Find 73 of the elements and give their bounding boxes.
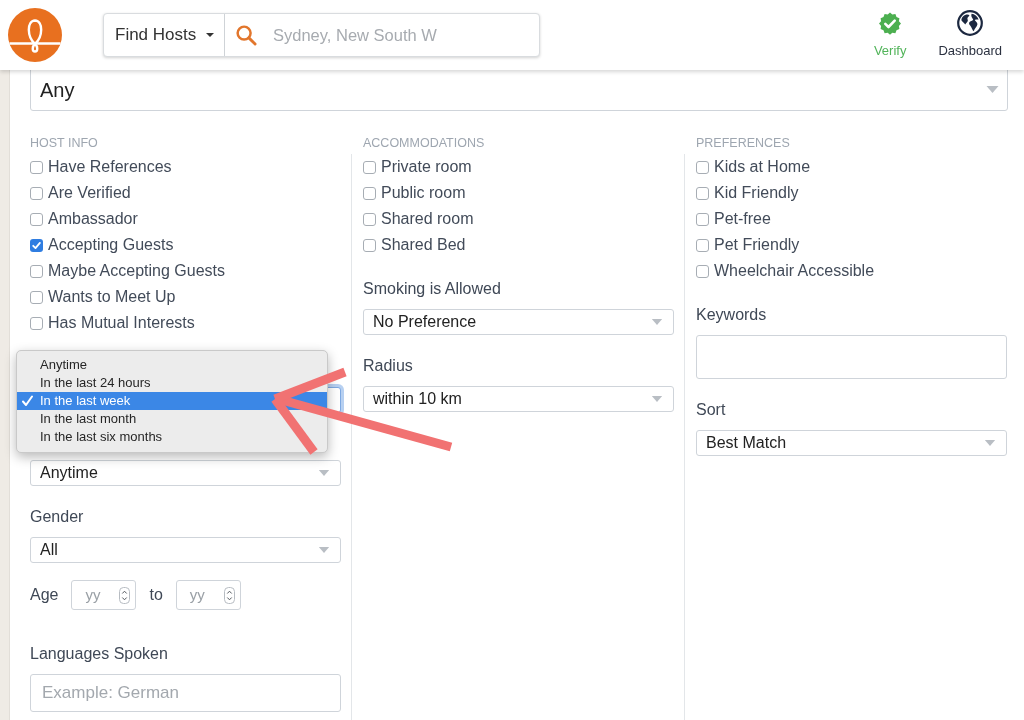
field-label: Sort [696, 400, 726, 420]
menu-item[interactable]: In the last 24 hours [17, 374, 327, 392]
checkbox[interactable] [363, 160, 376, 174]
select-field[interactable]: Anytime [30, 460, 341, 486]
verified-badge-icon [878, 11, 903, 36]
search-bar[interactable]: Find Hosts Sydney, New South W [103, 13, 540, 57]
checkbox[interactable] [30, 290, 43, 304]
checkbox-label: Wants to Meet Up [48, 287, 176, 307]
logo-icon [8, 8, 62, 62]
checkbox[interactable] [696, 264, 709, 278]
select-field[interactable]: within 10 km [363, 386, 674, 412]
field-label: Radius [363, 356, 413, 376]
checkbox[interactable] [30, 316, 43, 330]
field-label: Languages Spoken [30, 644, 168, 664]
globe-icon [957, 9, 984, 36]
keywords-field[interactable] [696, 335, 1007, 379]
check-icon [22, 395, 33, 407]
checkbox-label: Maybe Accepting Guests [48, 261, 225, 281]
range-separator-label: to [149, 585, 163, 605]
select-field[interactable]: Best Match [696, 430, 1007, 456]
menu-item[interactable]: In the last week [17, 392, 327, 410]
search-type-dropdown[interactable]: Find Hosts [104, 14, 225, 56]
checkbox[interactable] [363, 212, 376, 226]
text-input-field[interactable]: Example: German [30, 674, 341, 712]
caret-icon [984, 440, 996, 446]
checkbox[interactable] [30, 238, 43, 252]
caret-icon [206, 33, 214, 37]
checkbox[interactable] [30, 212, 43, 226]
field-label: Smoking is Allowed [363, 279, 501, 299]
select-field[interactable]: No Preference [363, 309, 674, 335]
checkbox-label: Wheelchair Accessible [714, 261, 875, 281]
spinner-icon [223, 586, 235, 604]
field-label: Keywords [696, 305, 767, 325]
checkbox[interactable] [30, 264, 43, 278]
caret-icon [318, 470, 330, 476]
field-label: Gender [30, 507, 84, 527]
checkbox[interactable] [696, 238, 709, 252]
caret-icon [318, 547, 330, 553]
menu-item[interactable]: In the last month [17, 410, 327, 428]
checkbox-label: Accepting Guests [48, 235, 174, 255]
menu-item[interactable]: In the last six months [17, 428, 327, 446]
search-icon [236, 24, 257, 46]
caret-icon [986, 86, 999, 93]
checkbox-label: Shared Bed [381, 235, 466, 255]
caret-icon [651, 396, 663, 402]
checkbox-label: Has Mutual Interests [48, 313, 195, 333]
checkbox-label: Pet-free [714, 209, 771, 229]
checkbox-label: Shared room [381, 209, 474, 229]
checkbox-label: Have References [48, 157, 172, 177]
section-heading: ACCOMMODATIONS [362, 135, 486, 151]
checkbox-label: Are Verified [48, 183, 131, 203]
menu-item[interactable]: Anytime [17, 356, 327, 374]
select-field[interactable]: All [30, 537, 341, 563]
checkbox-label: Ambassador [48, 209, 138, 229]
spinner-icon [119, 586, 131, 604]
checkbox[interactable] [363, 186, 376, 200]
section-heading: HOST INFO [30, 135, 99, 151]
checkbox[interactable] [696, 212, 709, 226]
checkbox[interactable] [696, 186, 709, 200]
caret-icon [651, 319, 663, 325]
checkbox-label: Kid Friendly [714, 183, 799, 203]
checkbox[interactable] [696, 160, 709, 174]
checkbox[interactable] [363, 238, 376, 252]
checkbox[interactable] [30, 160, 43, 174]
dashboard-link[interactable]: Dashboard [938, 9, 1002, 61]
checkbox-label: Kids at Home [714, 157, 811, 177]
checkbox-label: Public room [381, 183, 466, 203]
checkbox[interactable] [30, 186, 43, 200]
search-field[interactable]: Sydney, New South W [273, 22, 503, 48]
section-heading: PREFERENCES [695, 135, 791, 151]
checkbox-label: Pet Friendly [714, 235, 800, 255]
checkbox-label: Private room [381, 157, 472, 177]
field-label: Age [30, 585, 59, 605]
